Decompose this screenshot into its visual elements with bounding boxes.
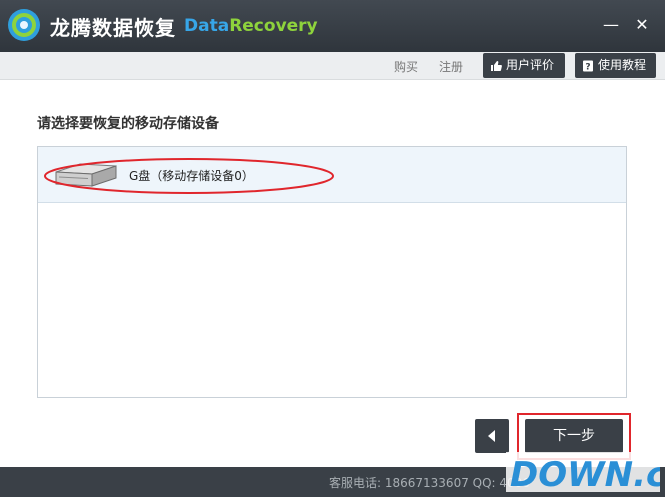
register-link[interactable]: 注册 <box>439 58 463 75</box>
tutorial-label: 使用教程 <box>598 58 647 72</box>
buy-link[interactable]: 购买 <box>394 58 418 75</box>
title-bar: 龙腾数据恢复 DataRecovery — ✕ <box>0 0 665 52</box>
close-button[interactable]: ✕ <box>629 12 655 38</box>
tutorial-button[interactable]: ? 使用教程 <box>575 53 656 78</box>
arrow-left-icon <box>488 430 495 442</box>
app-title: 龙腾数据恢复 <box>50 16 176 40</box>
back-button[interactable] <box>475 419 509 453</box>
device-list: G盘（移动存储设备0） <box>37 146 627 398</box>
user-review-button[interactable]: 用户评价 <box>483 53 565 78</box>
svg-text:?: ? <box>585 63 590 73</box>
app-logo-icon <box>8 9 40 41</box>
minimize-button[interactable]: — <box>598 12 624 38</box>
select-device-prompt: 请选择要恢复的移动存储设备 <box>37 116 219 132</box>
brand-name: DataRecovery <box>184 16 318 36</box>
toolbar: 购买 注册 用户评价 ? 使用教程 <box>0 52 665 80</box>
device-item-g-drive[interactable]: G盘（移动存储设备0） <box>38 147 626 203</box>
down-cc-watermark: DOWN.cc <box>506 452 660 494</box>
user-review-label: 用户评价 <box>506 58 555 72</box>
brand-data: Data <box>184 16 230 36</box>
watermark-text: DOWN.cc <box>510 455 660 494</box>
thumbs-up-icon <box>491 61 502 71</box>
contact-info: 客服电话: 18667133607 QQ: 4006 <box>329 476 530 490</box>
brand-recovery: Recovery <box>229 16 318 36</box>
highlight-ellipse <box>44 158 334 194</box>
help-book-icon: ? <box>583 60 593 73</box>
